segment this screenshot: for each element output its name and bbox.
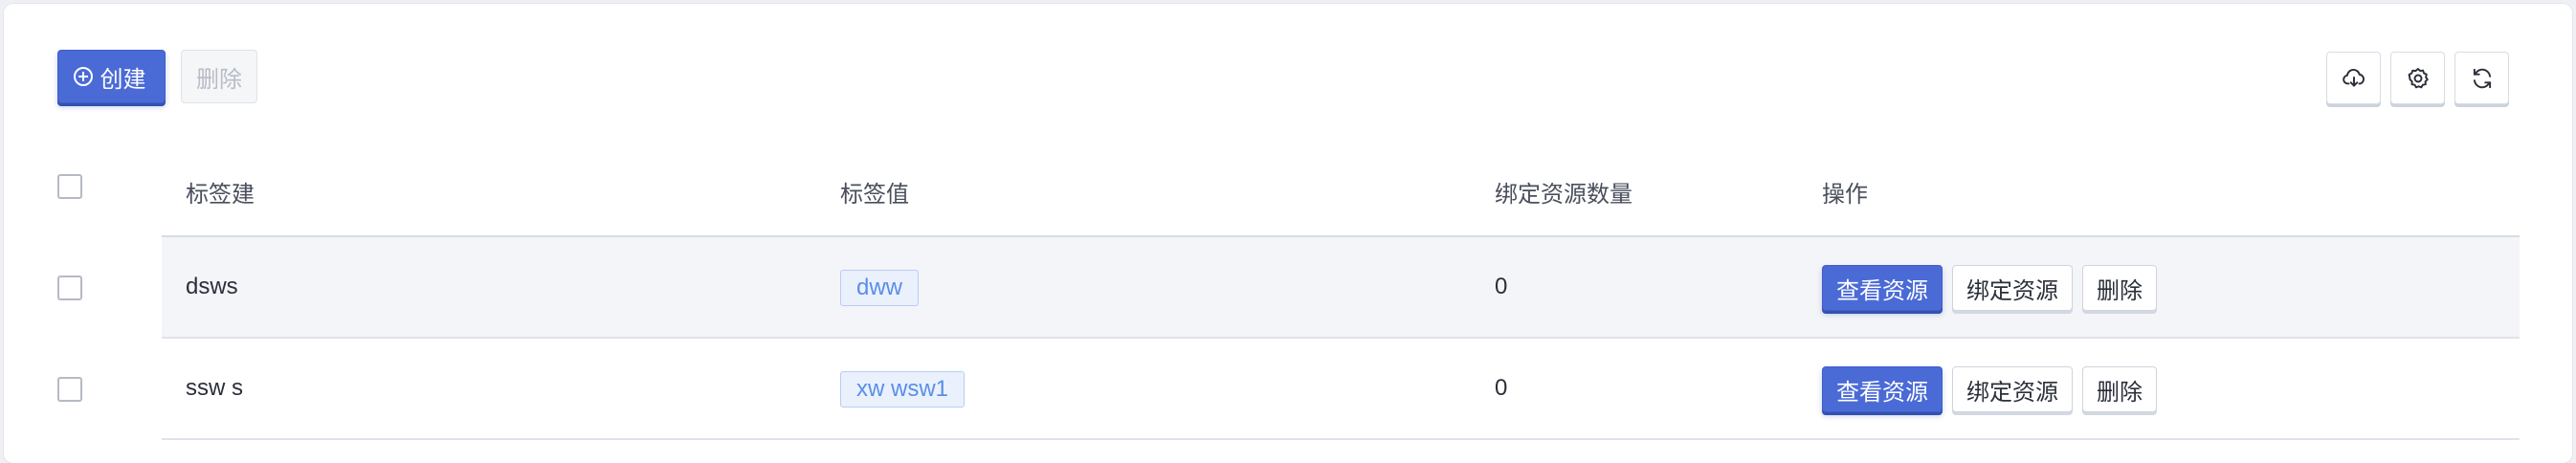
gear-icon xyxy=(2408,67,2429,88)
toolbar-left: 创建 删除 xyxy=(57,50,257,103)
column-header-count: 绑定资源数量 xyxy=(1495,182,1632,208)
column-header-actions: 操作 xyxy=(1822,182,1868,208)
resource-count: 0 xyxy=(1495,375,1508,401)
toolbar-right xyxy=(2326,52,2509,104)
column-header-value: 标签值 xyxy=(840,182,909,208)
tag-key: ssw s xyxy=(186,375,243,401)
tag-key: dsws xyxy=(186,274,238,299)
download-button[interactable] xyxy=(2326,52,2381,104)
tag-table: 标签建 标签值 绑定资源数量 操作 dsws dww 0 查看资源 绑定资源 删… xyxy=(4,140,2572,440)
create-button-label: 创建 xyxy=(100,66,146,93)
row-checkbox[interactable] xyxy=(57,377,82,402)
table-row: ssw s xw wsw1 0 查看资源 绑定资源 删除 xyxy=(4,339,2572,440)
settings-button[interactable] xyxy=(2390,52,2445,104)
table-header: 标签建 标签值 绑定资源数量 操作 xyxy=(4,140,2572,237)
bind-resources-button[interactable]: 绑定资源 xyxy=(1952,265,2073,311)
row-actions: 查看资源 绑定资源 删除 xyxy=(1822,366,2157,412)
bind-resources-button[interactable]: 绑定资源 xyxy=(1952,366,2073,412)
delete-button[interactable]: 删除 xyxy=(181,50,257,103)
row-divider xyxy=(162,438,2520,440)
tag-management-panel: 创建 删除 标签建 标签值 绑定资源数量 操作 dsws dww 0 查看资源 … xyxy=(4,4,2572,463)
refresh-button[interactable] xyxy=(2454,52,2509,104)
view-resources-button[interactable]: 查看资源 xyxy=(1822,366,1943,412)
row-actions: 查看资源 绑定资源 删除 xyxy=(1822,265,2157,311)
create-button[interactable]: 创建 xyxy=(57,50,166,103)
row-delete-button[interactable]: 删除 xyxy=(2082,265,2157,311)
cloud-download-icon xyxy=(2342,68,2365,87)
row-delete-button[interactable]: 删除 xyxy=(2082,366,2157,412)
tag-value-badge: dww xyxy=(840,270,920,306)
column-header-key: 标签建 xyxy=(186,182,255,208)
select-all-checkbox[interactable] xyxy=(57,174,82,199)
table-row: dsws dww 0 查看资源 绑定资源 删除 xyxy=(4,237,2572,339)
row-background xyxy=(162,237,2520,337)
tag-value-badge: xw wsw1 xyxy=(840,371,966,408)
plus-circle-icon xyxy=(73,67,93,86)
row-checkbox[interactable] xyxy=(57,276,82,300)
resource-count: 0 xyxy=(1495,274,1508,299)
view-resources-button[interactable]: 查看资源 xyxy=(1822,265,1943,311)
refresh-icon xyxy=(2473,68,2491,88)
